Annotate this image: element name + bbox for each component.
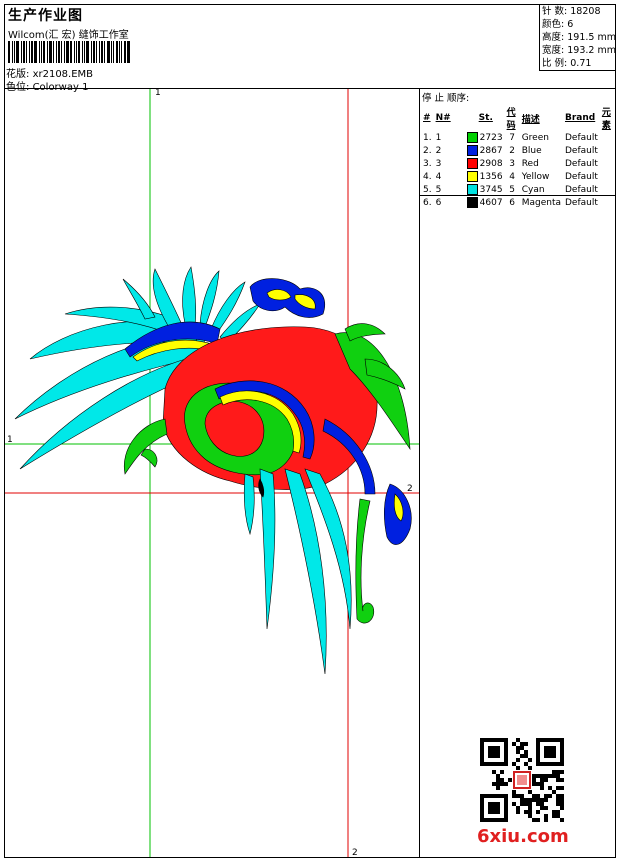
guide-label-green-left: 1	[7, 435, 13, 445]
row-description: Green	[521, 132, 549, 143]
row-stitches: 4607	[465, 196, 505, 209]
table-row: 4. 4 1356 4 Yellow Default	[421, 170, 615, 183]
guide-label-red-right: 2	[407, 484, 413, 494]
row-brand: Default	[564, 171, 598, 182]
row-element	[600, 196, 615, 209]
row-stitches: 1356	[465, 170, 505, 183]
row-index: 4.	[423, 171, 432, 182]
row-number: 3	[435, 158, 442, 169]
row-brand: Default	[564, 132, 598, 143]
row-stitches: 2867	[465, 144, 505, 157]
col-stitches: St.	[478, 113, 493, 123]
stop-sequence-title: 停 止 顺序:	[422, 93, 470, 104]
col-element: 元素	[601, 108, 611, 131]
stat-scale: 比 例: 0.71	[542, 58, 592, 69]
row-code: 3	[509, 158, 515, 169]
qr-code	[480, 738, 564, 822]
row-index: 2.	[423, 145, 432, 156]
row-element	[600, 144, 615, 157]
design-canvas: 1 1 2 2	[5, 89, 419, 857]
row-element	[600, 170, 615, 183]
stat-colors: 颜色: 6	[542, 19, 574, 30]
col-brand: Brand	[564, 113, 596, 123]
row-number: 4	[435, 171, 442, 182]
row-index: 3.	[423, 158, 432, 169]
stop-sequence-panel: 停 止 顺序: # N# St. 代码 描述 Brand 元素 1. 1 2723 7…	[421, 90, 615, 209]
table-row: 2. 2 2867 2 Blue Default	[421, 144, 615, 157]
company-name: Wilcom(汇 宏) 缝饰工作室	[8, 30, 129, 41]
row-description: Magenta	[521, 197, 561, 208]
col-code: 代码	[506, 108, 516, 131]
table-header-row: # N# St. 代码 描述 Brand 元素	[421, 105, 615, 131]
row-description: Yellow	[521, 171, 550, 182]
row-index: 1.	[423, 132, 432, 143]
row-number: 2	[435, 145, 442, 156]
col-description: 描述	[521, 114, 540, 125]
color-swatch	[466, 184, 478, 195]
row-element	[600, 131, 615, 144]
row-index: 6.	[423, 197, 432, 208]
color-swatch	[466, 171, 478, 182]
row-brand: Default	[564, 197, 598, 208]
stats-box: 针 数: 18208 颜色: 6 高度: 191.5 mm 宽度: 193.2 …	[539, 4, 616, 71]
color-swatch	[466, 145, 478, 156]
row-code: 2	[509, 145, 515, 156]
guide-label-red-bottom: 2	[352, 848, 358, 857]
stat-height: 高度: 191.5 mm	[542, 32, 616, 43]
row-number: 6	[435, 197, 442, 208]
row-brand: Default	[564, 145, 598, 156]
row-stitches: 2908	[465, 157, 505, 170]
row-code: 4	[509, 171, 515, 182]
row-number: 1	[435, 132, 442, 143]
panel-divider	[419, 88, 420, 858]
row-code: 6	[509, 197, 515, 208]
color-swatch	[466, 132, 478, 143]
barcode	[8, 41, 136, 63]
row-element	[600, 157, 615, 170]
table-row: 6. 6 4607 6 Magenta Default	[421, 196, 615, 209]
header: 生产作业图 Wilcom(汇 宏) 缝饰工作室 花版: xr2108.EMB 色…	[4, 4, 540, 93]
stop-table-bottom-line	[420, 195, 616, 196]
watermark: 6xiu.com	[477, 826, 569, 847]
guide-label-green-top: 1	[155, 89, 161, 98]
row-description: Red	[521, 158, 539, 169]
color-swatch	[466, 158, 478, 169]
row-stitches: 2723	[465, 131, 505, 144]
color-swatch	[466, 197, 478, 208]
page-title: 生产作业图	[8, 8, 83, 24]
col-index: #	[423, 113, 431, 123]
phoenix-embroidery	[14, 266, 412, 675]
row-description: Blue	[521, 145, 542, 156]
table-row: 3. 3 2908 3 Red Default	[421, 157, 615, 170]
row-code: 7	[509, 132, 515, 143]
col-number: N#	[435, 113, 451, 123]
stop-sequence-table: # N# St. 代码 描述 Brand 元素 1. 1 2723 7 Green Def…	[421, 105, 615, 209]
table-row: 1. 1 2723 7 Green Default	[421, 131, 615, 144]
stat-width: 宽度: 193.2 mm	[542, 45, 616, 56]
stat-stitches: 针 数: 18208	[542, 6, 601, 17]
row-brand: Default	[564, 158, 598, 169]
